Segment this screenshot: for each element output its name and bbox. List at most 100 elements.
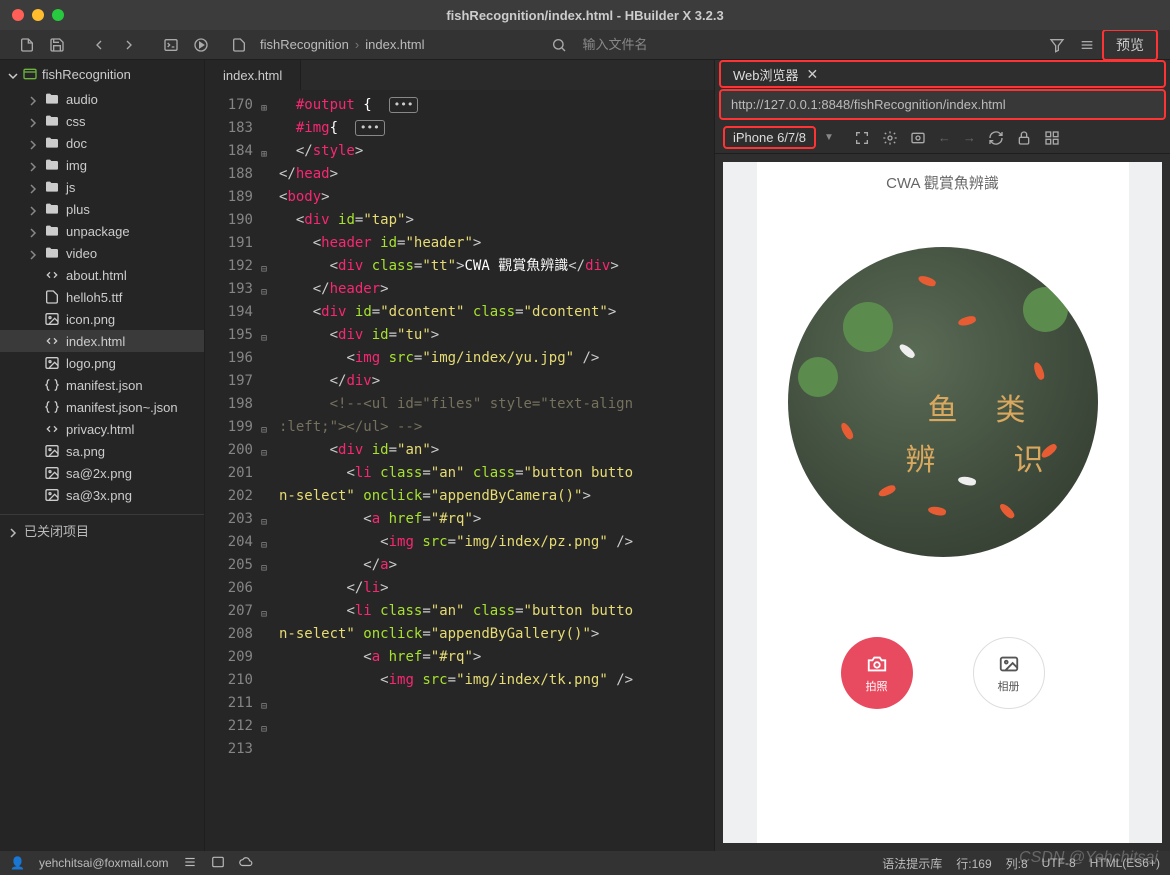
- app-buttons: 拍照 相册: [841, 637, 1045, 709]
- search-input[interactable]: [582, 37, 842, 52]
- sidebar-folder[interactable]: img: [0, 154, 204, 176]
- sidebar-file[interactable]: helloh5.ttf: [0, 286, 204, 308]
- sidebar-folder[interactable]: unpackage: [0, 220, 204, 242]
- terminal-icon[interactable]: [211, 855, 225, 872]
- sidebar-item-label: sa.png: [66, 444, 105, 459]
- sidebar-folder[interactable]: plus: [0, 198, 204, 220]
- main-area: fishRecognition audiocss doc img jsplusunpa…: [0, 60, 1170, 851]
- lock-icon[interactable]: [1016, 130, 1032, 146]
- device-selector[interactable]: iPhone 6/7/8: [723, 126, 816, 149]
- editor-area: index.html 170⊞183184⊞188189190191192⊟19…: [205, 60, 714, 851]
- fish-icon: [917, 274, 937, 288]
- close-icon[interactable]: ✕: [807, 66, 819, 83]
- project-root[interactable]: fishRecognition: [0, 60, 204, 88]
- breadcrumb-project[interactable]: fishRecognition: [260, 37, 349, 52]
- lily-pad-icon: [1023, 287, 1068, 332]
- preview-button[interactable]: 预览: [1102, 29, 1158, 61]
- fish-icon: [927, 505, 946, 516]
- camera-button[interactable]: 拍照: [841, 637, 913, 709]
- status-bar: 👤 yehchitsai@foxmail.com 语法提示库 行:169 列:8…: [0, 851, 1170, 875]
- folder-icon: [44, 179, 60, 195]
- window-title: fishRecognition/index.html - HBuilder X …: [446, 8, 723, 23]
- file-icon: [44, 443, 60, 459]
- search-icon[interactable]: [544, 33, 574, 57]
- code-content[interactable]: #output { ••• #img{ ••• </style></head><…: [263, 90, 714, 851]
- nav-forward-icon[interactable]: [114, 33, 144, 57]
- menu-icon[interactable]: [1072, 33, 1102, 57]
- sidebar-folder[interactable]: css: [0, 110, 204, 132]
- album-button[interactable]: 相册: [973, 637, 1045, 709]
- sidebar-folder[interactable]: doc: [0, 132, 204, 154]
- maximize-window-icon[interactable]: [52, 9, 64, 21]
- chevron-right-icon: [28, 204, 38, 214]
- sidebar-file[interactable]: icon.png: [0, 308, 204, 330]
- qr-icon[interactable]: [1044, 130, 1060, 146]
- sidebar-file[interactable]: sa.png: [0, 440, 204, 462]
- title-bar: fishRecognition/index.html - HBuilder X …: [0, 0, 1170, 30]
- filter-icon[interactable]: [1042, 33, 1072, 57]
- preview-panel: Web浏览器 ✕ http://127.0.0.1:8848/fishRecog…: [714, 60, 1170, 851]
- screenshot-icon[interactable]: [910, 130, 926, 146]
- status-line[interactable]: 行:169: [956, 855, 991, 872]
- closed-projects-section[interactable]: 已关闭项目: [0, 514, 204, 546]
- sidebar-folder[interactable]: audio: [0, 88, 204, 110]
- sidebar-file[interactable]: about.html: [0, 264, 204, 286]
- terminal-icon[interactable]: [156, 33, 186, 57]
- outline-icon[interactable]: [183, 855, 197, 872]
- fullscreen-icon[interactable]: [854, 130, 870, 146]
- preview-url-bar[interactable]: http://127.0.0.1:8848/fishRecognition/in…: [719, 89, 1166, 120]
- sidebar-file[interactable]: index.html: [0, 330, 204, 352]
- status-lang[interactable]: HTML(ES6+): [1090, 856, 1160, 870]
- file-icon: [44, 267, 60, 283]
- sidebar-item-label: logo.png: [66, 356, 116, 371]
- breadcrumb-file[interactable]: index.html: [365, 37, 424, 52]
- chevron-right-icon: [28, 160, 38, 170]
- preview-url-text: http://127.0.0.1:8848/fishRecognition/in…: [731, 97, 1006, 112]
- status-encoding[interactable]: UTF-8: [1042, 856, 1076, 870]
- sidebar-file[interactable]: logo.png: [0, 352, 204, 374]
- folder-icon: [44, 91, 60, 107]
- sidebar-item-label: doc: [66, 136, 87, 151]
- run-icon[interactable]: [186, 33, 216, 57]
- sidebar-file[interactable]: sa@2x.png: [0, 462, 204, 484]
- traffic-lights: [12, 9, 64, 21]
- status-user[interactable]: yehchitsai@foxmail.com: [39, 856, 169, 870]
- file-explorer: fishRecognition audiocss doc img jsplusunpa…: [0, 60, 205, 851]
- pond-char-1: 鱼: [928, 385, 958, 429]
- sidebar-folder[interactable]: video: [0, 242, 204, 264]
- cloud-icon[interactable]: [239, 855, 253, 872]
- app-title: CWA 觀賞魚辨識: [886, 168, 999, 207]
- status-syntax[interactable]: 语法提示库: [882, 855, 942, 872]
- sidebar-item-label: img: [66, 158, 87, 173]
- project-name: fishRecognition: [42, 67, 131, 82]
- sidebar-folder[interactable]: js: [0, 176, 204, 198]
- preview-tab[interactable]: Web浏览器 ✕: [727, 63, 824, 86]
- status-col[interactable]: 列:8: [1006, 855, 1028, 872]
- file-icon: [44, 421, 60, 437]
- save-icon[interactable]: [42, 33, 72, 57]
- chevron-down-icon[interactable]: ▼: [824, 132, 834, 143]
- pond-char-3: 辨: [906, 435, 936, 479]
- editor-tab-bar: index.html: [205, 60, 714, 90]
- folder-icon: [44, 157, 60, 173]
- minimize-window-icon[interactable]: [32, 9, 44, 21]
- editor-body[interactable]: 170⊞183184⊞188189190191192⊟193⊟194195⊟19…: [205, 90, 714, 851]
- sidebar-file[interactable]: manifest.json: [0, 374, 204, 396]
- fish-icon: [997, 502, 1015, 520]
- sidebar-file[interactable]: manifest.json~.json: [0, 396, 204, 418]
- close-window-icon[interactable]: [12, 9, 24, 21]
- nav-back-icon[interactable]: ←: [938, 130, 951, 146]
- new-file-icon[interactable]: [12, 33, 42, 57]
- sidebar-file[interactable]: sa@3x.png: [0, 484, 204, 506]
- nav-forward-icon[interactable]: →: [963, 130, 976, 146]
- gear-icon[interactable]: [882, 130, 898, 146]
- folder-icon: [44, 201, 60, 217]
- fish-icon: [957, 475, 976, 486]
- sidebar-file[interactable]: privacy.html: [0, 418, 204, 440]
- sidebar-item-label: index.html: [66, 334, 125, 349]
- refresh-icon[interactable]: [988, 130, 1004, 146]
- editor-tab[interactable]: index.html: [205, 60, 301, 90]
- nav-back-icon[interactable]: [84, 33, 114, 57]
- folder-icon: [44, 223, 60, 239]
- folder-icon: [44, 245, 60, 261]
